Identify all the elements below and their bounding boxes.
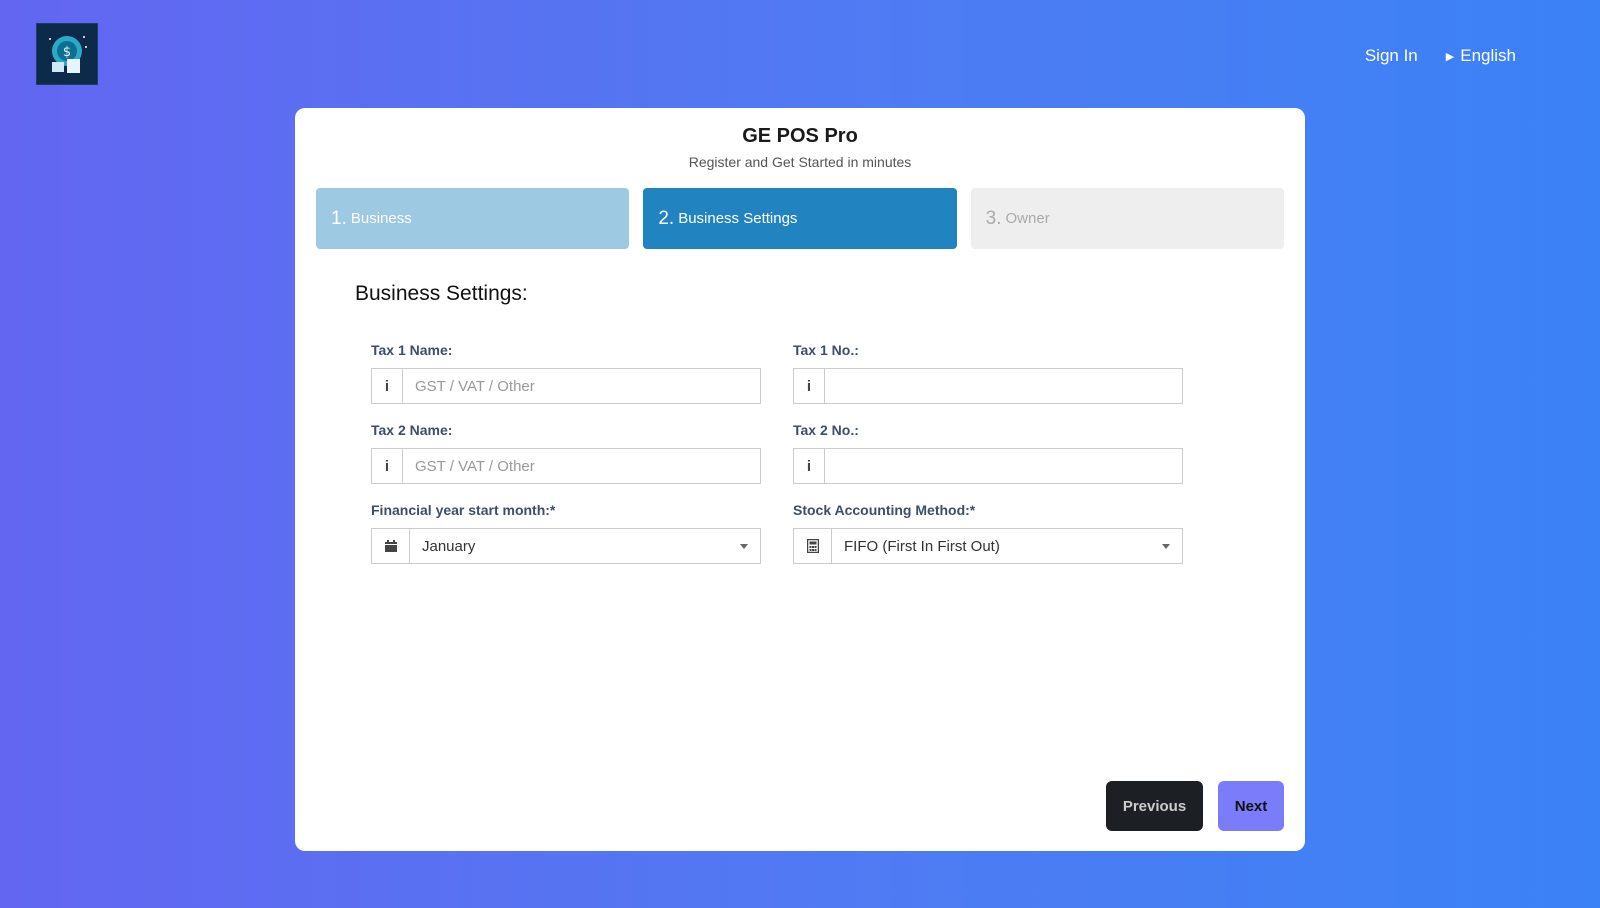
fy-month-field: Financial year start month:* January xyxy=(371,502,761,582)
calculator-icon xyxy=(794,529,832,563)
tax2-name-input[interactable] xyxy=(403,449,760,483)
step-business-settings[interactable]: 2. Business Settings xyxy=(643,188,957,249)
sign-in-link[interactable]: Sign In xyxy=(1365,46,1418,66)
tax2-no-field: Tax 2 No.: i xyxy=(793,422,1183,502)
calendar-icon xyxy=(372,529,410,563)
top-nav: Sign In ▶ English xyxy=(1365,46,1516,66)
tax1-name-field: Tax 1 Name: i xyxy=(371,342,761,422)
tax2-no-input[interactable] xyxy=(825,449,1182,483)
svg-text:$: $ xyxy=(63,45,71,60)
stock-method-value: FIFO (First In First Out) xyxy=(844,537,1000,555)
info-icon: i xyxy=(794,449,825,483)
step-label: Business xyxy=(350,210,412,227)
fy-month-value: January xyxy=(422,537,476,555)
step-business[interactable]: 1. Business xyxy=(316,188,630,249)
step-label: Business Settings xyxy=(678,210,798,227)
card-title: GE POS Pro xyxy=(742,125,858,147)
settings-form: Tax 1 Name: i Tax 1 No.: i Tax 2 Name: i… xyxy=(371,342,1183,582)
tax2-name-field: Tax 2 Name: i xyxy=(371,422,761,502)
stock-method-select[interactable]: FIFO (First In First Out) xyxy=(832,529,1182,563)
wizard-steps: 1. Business 2. Business Settings 3. Owne… xyxy=(316,188,1284,249)
step-number: 1. xyxy=(331,207,347,229)
info-icon: i xyxy=(372,369,403,403)
stock-method-field: Stock Accounting Method:* FIFO (First In… xyxy=(793,502,1183,582)
step-number: 3. xyxy=(985,207,1002,229)
app-logo[interactable]: $ xyxy=(36,23,98,85)
tax2-no-label: Tax 2 No.: xyxy=(793,422,859,438)
language-selector[interactable]: ▶ English xyxy=(1446,46,1516,66)
step-owner[interactable]: 3. Owner xyxy=(970,188,1284,249)
chevron-down-icon xyxy=(1162,543,1170,549)
section-title: Business Settings: xyxy=(355,282,528,305)
card-subtitle: Register and Get Started in minutes xyxy=(688,154,912,170)
registration-card: GE POS Pro Register and Get Started in m… xyxy=(295,108,1305,851)
tax1-no-label: Tax 1 No.: xyxy=(793,342,859,358)
language-label: English xyxy=(1460,46,1516,65)
stock-method-label: Stock Accounting Method:* xyxy=(793,502,976,518)
info-icon: i xyxy=(372,449,403,483)
triangle-right-icon: ▶ xyxy=(1445,50,1455,63)
step-label: Owner xyxy=(1005,210,1050,227)
fy-month-label: Financial year start month:* xyxy=(371,502,556,518)
fy-month-select[interactable]: January xyxy=(410,529,760,563)
next-button[interactable]: Next xyxy=(1218,781,1284,831)
chevron-down-icon xyxy=(740,543,748,549)
money-bag-logo-icon: $ xyxy=(49,36,87,73)
info-icon: i xyxy=(794,369,825,403)
tax1-no-input[interactable] xyxy=(825,369,1182,403)
tax2-name-label: Tax 2 Name: xyxy=(371,422,453,438)
tax1-no-field: Tax 1 No.: i xyxy=(793,342,1183,422)
tax1-name-input[interactable] xyxy=(403,369,760,403)
step-number: 2. xyxy=(658,207,675,229)
tax1-name-label: Tax 1 Name: xyxy=(371,342,453,358)
previous-button[interactable]: Previous xyxy=(1106,781,1203,831)
